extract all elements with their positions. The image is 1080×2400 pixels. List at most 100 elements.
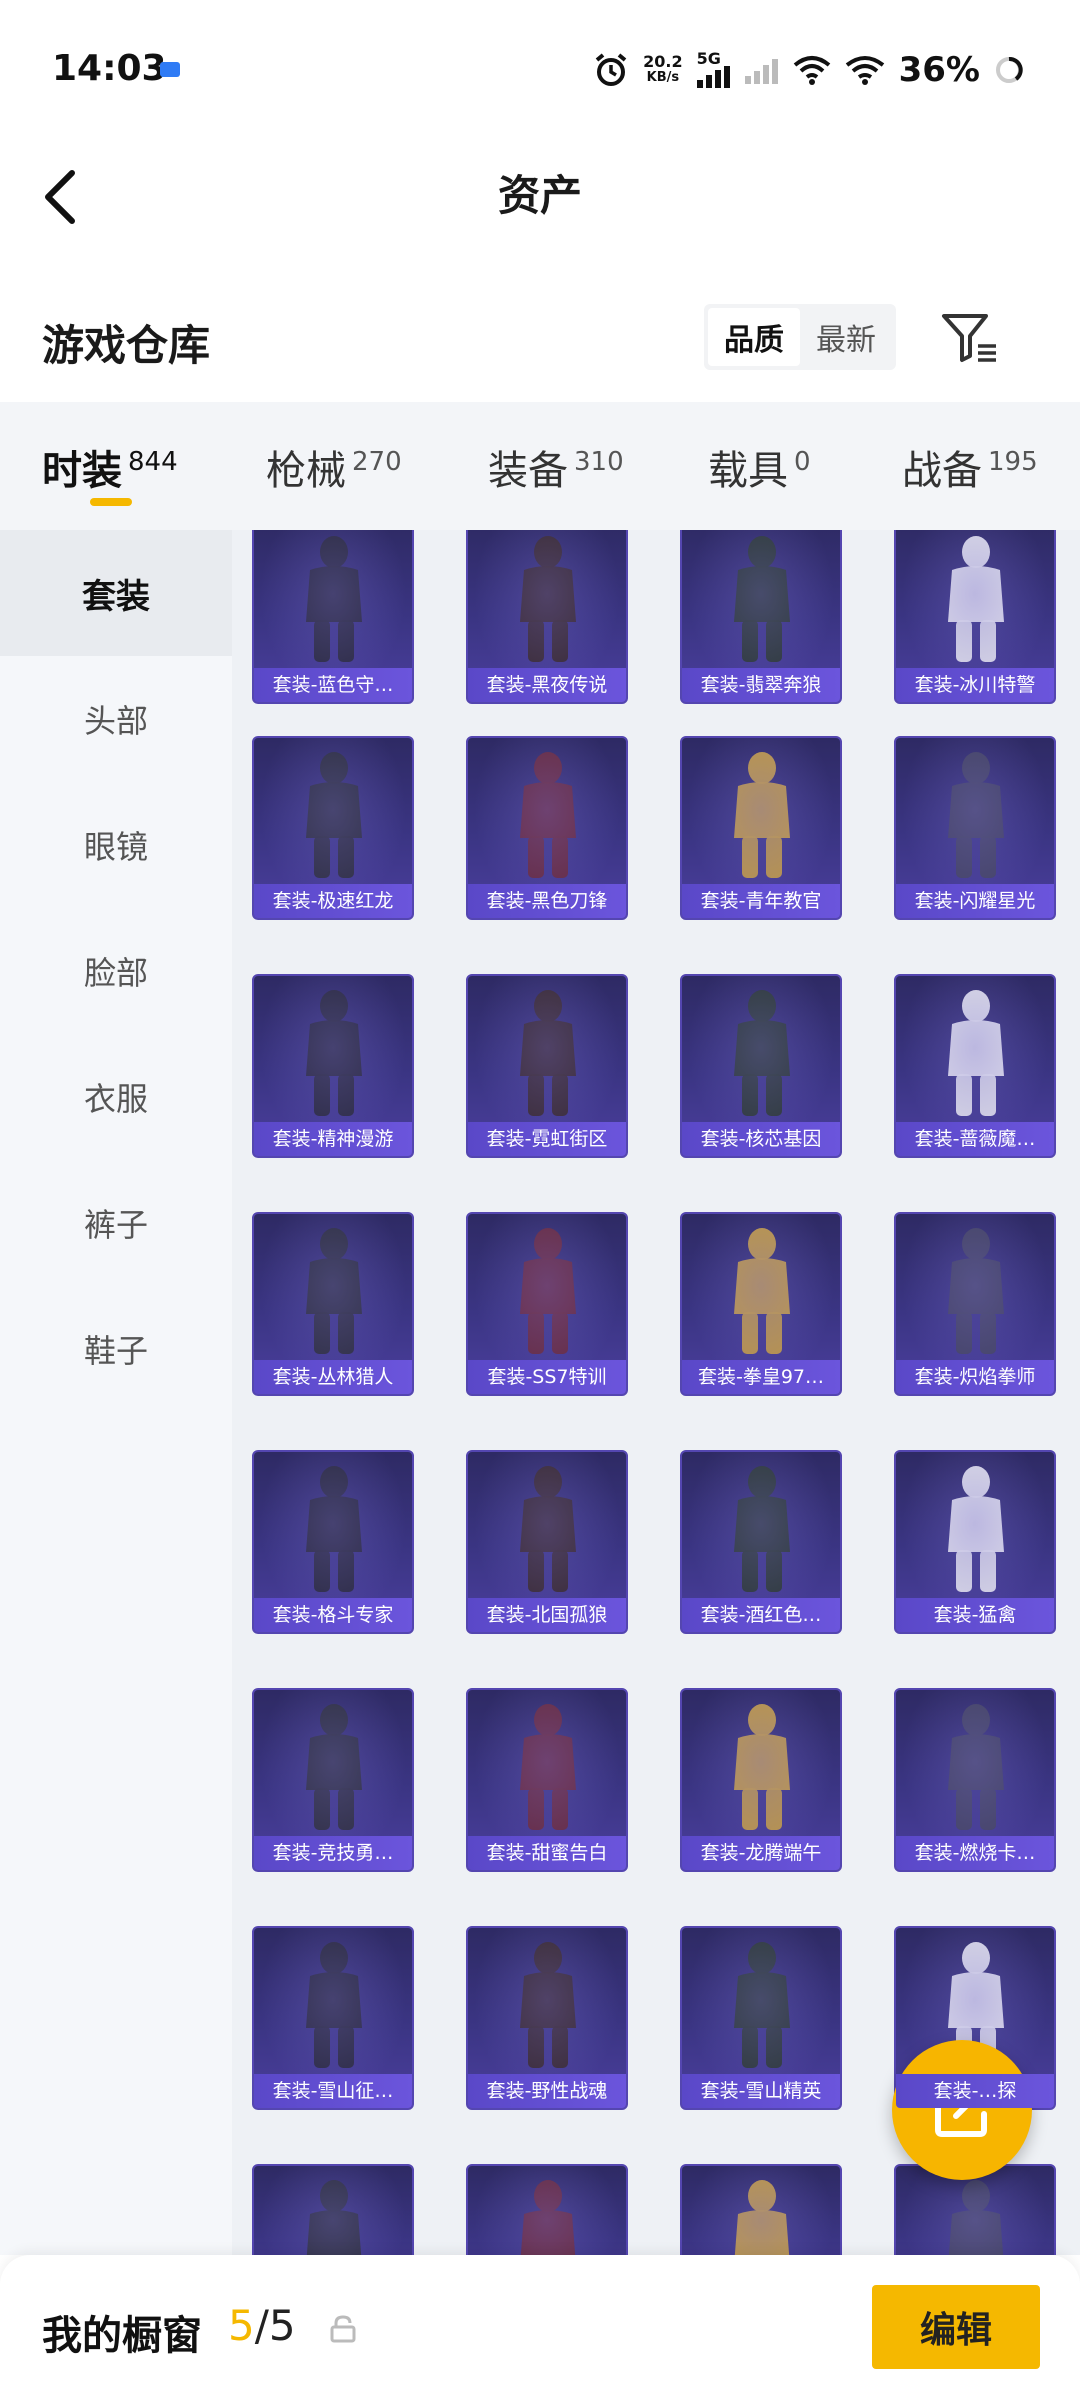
item-card[interactable]: 套装-SS7特训 [466,1212,628,1396]
tab-fashion[interactable]: 时装 844 [42,438,178,496]
outfit-image [306,1704,362,1830]
outfit-image [520,536,576,662]
sidebar-item-head[interactable]: 头部 [0,656,232,782]
tab-vehicles[interactable]: 载具 0 [708,438,811,496]
sidebar-item-shoes[interactable]: 鞋子 [0,1286,232,1412]
item-card[interactable]: 套装-格斗专家 [252,1450,414,1634]
outfit-image [306,2180,362,2255]
item-card-label: 套装-北国孤狼 [468,1598,626,1632]
item-card[interactable]: 套装-翡翠奔狼 [680,530,842,704]
status-bar: 14:03 20.2 KB/s 5G 36% [0,0,1080,142]
tab-equipment[interactable]: 装备 310 [488,438,624,496]
signal-icon [696,66,730,88]
sidebar-item-face[interactable]: 脸部 [0,908,232,1034]
outfit-image [520,1466,576,1592]
item-card-label: 套装-…探 [896,2074,1054,2108]
net-speed: 20.2 KB/s [643,52,683,86]
item-card-label: 套装-野性战魂 [468,2074,626,2108]
item-card[interactable]: 套装-猛禽 [894,1450,1056,1634]
share-button[interactable] [892,2040,1032,2180]
tab-active-indicator [90,498,132,506]
item-card-label: 套装-酒红色… [682,1598,840,1632]
battery-icon [996,57,1023,83]
item-card-label: 套装-丛林猎人 [254,1360,412,1394]
item-card[interactable]: 套装-甜蜜告白 [466,1688,628,1872]
item-card[interactable]: 套装-黑夜传说 [466,530,628,704]
item-card-label: 套装-青年教官 [682,884,840,918]
outfit-image [948,1228,1004,1354]
outfit-image [734,752,790,878]
lock-icon [330,2315,356,2343]
edit-button[interactable]: 编辑 [872,2285,1040,2369]
sidebar-item-glasses[interactable]: 眼镜 [0,782,232,908]
showcase-title: 我的橱窗 [42,2313,202,2359]
outfit-image [520,1228,576,1354]
outfit-image [306,752,362,878]
warehouse-header: 游戏仓库 品质 最新 [0,282,1080,402]
item-card[interactable]: 套装-龙腾端午 [680,1688,842,1872]
outfit-image [948,1466,1004,1592]
item-card[interactable]: 套装-极速红龙 [252,736,414,920]
item-card[interactable]: 套装-雪山精英 [680,1926,842,2110]
item-card[interactable]: 套装-闪耀星光 [894,736,1056,920]
outfit-image [734,1704,790,1830]
hotspot-icon [845,56,884,85]
item-card[interactable]: 套装-竞技勇… [252,1688,414,1872]
outfit-image [734,1466,790,1592]
outfit-image [520,1704,576,1830]
category-tabs: 时装 844 枪械 270 装备 310 载具 0 战备 195 [0,402,1080,530]
outfit-image [306,1228,362,1354]
tab-supplies[interactable]: 战备 195 [902,438,1038,496]
sidebar-item-pants[interactable]: 裤子 [0,1160,232,1286]
item-card-label: 套装-格斗专家 [254,1598,412,1632]
outfit-image [306,536,362,662]
filter-button[interactable] [940,310,1000,366]
outfit-image [948,1704,1004,1830]
sort-quality-button[interactable]: 品质 [708,308,800,366]
item-card[interactable]: 套装-核芯基因 [680,974,842,1158]
wifi-icon [793,56,830,85]
item-card[interactable]: 套装-野性战魂 [466,1926,628,2110]
tab-guns[interactable]: 枪械 270 [266,438,402,496]
item-card[interactable]: 套装-青年教官 [680,736,842,920]
item-card-label: 套装-SS7特训 [468,1360,626,1394]
item-card[interactable]: 套装-黑色刀锋 [466,736,628,920]
item-card-label: 套装-拳皇97… [682,1360,840,1394]
item-card-label: 套装-雪山精英 [682,2074,840,2108]
item-card-label: 套装-甜蜜告白 [468,1836,626,1870]
outfit-image [734,536,790,662]
item-card[interactable]: 套装-雪山征… [252,1926,414,2110]
item-card[interactable]: 套装-炽焰拳师 [894,1212,1056,1396]
item-card[interactable] [252,2164,414,2255]
sidebar-item-clothes[interactable]: 衣服 [0,1034,232,1160]
outfit-image [948,752,1004,878]
item-card-label: 套装-核芯基因 [682,1122,840,1156]
item-card[interactable]: 套装-…探 [894,1926,1056,2110]
item-card[interactable] [466,2164,628,2255]
item-card[interactable]: 套装-冰川特警 [894,530,1056,704]
item-card[interactable]: 套装-蔷薇魔… [894,974,1056,1158]
item-card[interactable]: 套装-酒红色… [680,1450,842,1634]
showcase-bar: 我的橱窗 5/5 编辑 [0,2255,1080,2400]
item-card[interactable]: 套装-拳皇97… [680,1212,842,1396]
outfit-image [734,1228,790,1354]
outfit-image [520,990,576,1116]
status-icons: 20.2 KB/s 5G 36% [593,50,1024,90]
sort-toggle: 品质 最新 [704,304,896,370]
item-card[interactable]: 套装-丛林猎人 [252,1212,414,1396]
item-card-label: 套装-竞技勇… [254,1836,412,1870]
outfit-image [306,1942,362,2068]
item-card-label: 套装-龙腾端午 [682,1836,840,1870]
items-grid: 套装-蓝色守… 套装-黑夜传说 套装-翡翠奔狼 套装-冰川特警套装-极速红龙 套装-黑色… [232,530,1080,2255]
item-card[interactable]: 套装-北国孤狼 [466,1450,628,1634]
item-card[interactable]: 套装-蓝色守… [252,530,414,704]
item-card[interactable]: 套装-霓虹街区 [466,974,628,1158]
item-card[interactable]: 套装-燃烧卡… [894,1688,1056,1872]
item-card[interactable]: 套装-精神漫游 [252,974,414,1158]
sort-newest-button[interactable]: 最新 [800,308,892,366]
item-card[interactable] [680,2164,842,2255]
signal-weak-icon [744,59,778,84]
sidebar-item-suit[interactable]: 套装 [0,530,232,656]
page-header: 资产 [0,142,1080,282]
item-card-label: 套装-翡翠奔狼 [682,668,840,702]
